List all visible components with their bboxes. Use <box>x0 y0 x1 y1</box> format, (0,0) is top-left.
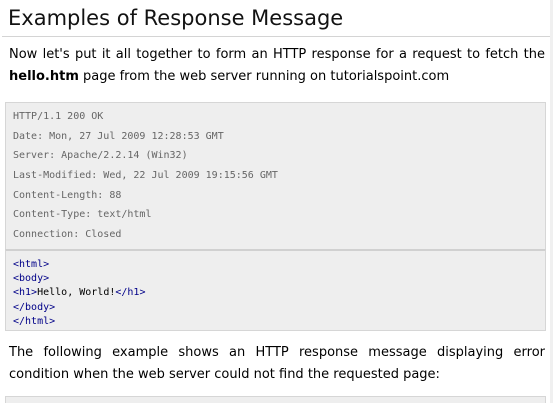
heading-divider <box>2 36 550 37</box>
code-h1-close-tag: </h1> <box>115 287 146 299</box>
header-line-server: Server: Apache/2.2.14 (Win32) <box>13 150 188 162</box>
code-line-html-close: </html> <box>13 315 56 327</box>
intro-text-before: Now let's put it all together to form an… <box>9 47 545 62</box>
header-line-content-length: Content-Length: 88 <box>13 189 122 201</box>
code-h1-open-tag: <h1> <box>13 287 38 299</box>
code-line-html-open: <html> <box>13 259 50 270</box>
response-headers-code-block: HTTP/1.1 200 OK Date: Mon, 27 Jul 2009 1… <box>5 102 546 249</box>
header-line-date: Date: Mon, 27 Jul 2009 12:28:53 GMT <box>13 130 224 142</box>
header-line-last-modified: Last-Modified: Wed, 22 Jul 2009 19:15:56… <box>13 170 278 182</box>
intro-text-after: page from the web server running on tuto… <box>78 69 450 84</box>
intro-filename: hello.htm <box>9 69 79 84</box>
next-code-block <box>5 396 546 403</box>
page-title: Examples of Response Message <box>8 6 344 30</box>
code-h1-text: Hello, World! <box>37 287 116 299</box>
code-line-body-close: </body> <box>13 301 56 313</box>
intro-paragraph: Now let's put it all together to form an… <box>9 44 545 88</box>
response-body-code-block: <html> <body> <h1>Hello, World!</h1> </b… <box>5 249 546 331</box>
header-line-content-type: Content-Type: text/html <box>13 209 152 221</box>
header-line-connection: Connection: Closed <box>13 229 122 241</box>
code-line-body-open: <body> <box>13 273 50 285</box>
page: Examples of Response Message Now let's p… <box>0 0 553 403</box>
code-line-h1: <h1>Hello, World!</h1> <box>13 286 545 300</box>
error-example-paragraph: The following example shows an HTTP resp… <box>9 345 545 382</box>
header-line-status: HTTP/1.1 200 OK <box>13 111 104 122</box>
